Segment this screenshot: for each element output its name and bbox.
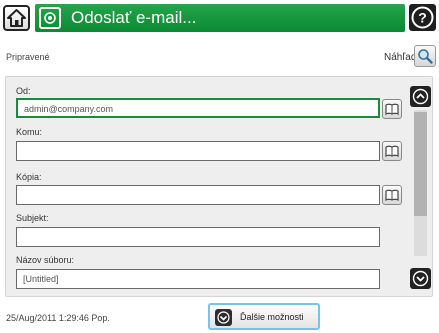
from-field[interactable]: admin@company.com (16, 98, 380, 118)
magnifier-icon (418, 49, 433, 64)
address-book-button-from[interactable] (382, 99, 402, 119)
home-icon (7, 9, 26, 27)
help-button[interactable]: ? (409, 4, 436, 31)
scroll-up-button[interactable] (410, 86, 431, 107)
more-options-button[interactable]: Ďalšie možnosti (208, 303, 320, 330)
cc-label: Kópia: (16, 172, 42, 182)
email-icon (39, 7, 61, 29)
address-book-icon (385, 145, 399, 157)
preview-button[interactable] (414, 45, 436, 67)
preview-label[interactable]: Náhľad (384, 52, 416, 63)
status-text: Pripravené (6, 52, 50, 62)
to-field[interactable] (16, 141, 380, 161)
more-options-icon (215, 309, 232, 326)
header: Odoslať e-mail... ? (0, 0, 439, 36)
from-label: Od: (16, 86, 31, 96)
page-title: Odoslať e-mail... (71, 8, 197, 27)
scrollbar-thumb[interactable] (414, 112, 427, 216)
address-book-icon (385, 189, 399, 201)
chevron-down-icon (412, 270, 429, 287)
home-button[interactable] (3, 5, 30, 31)
file-name-value: [Untitled] (23, 274, 59, 284)
status-row: Pripravené Náhľad (0, 45, 439, 70)
subject-field[interactable] (16, 227, 380, 247)
address-book-button-cc[interactable] (382, 185, 402, 205)
file-name-label: Názov súboru: (16, 255, 75, 265)
from-value: admin@company.com (24, 104, 114, 114)
svg-text:?: ? (418, 10, 427, 26)
footer: 25/Aug/2011 1:29:46 Pop. Ďalšie možnosti (0, 303, 439, 333)
title-bar: Odoslať e-mail... (35, 4, 405, 32)
file-name-field[interactable]: [Untitled] (16, 269, 380, 289)
cc-field[interactable] (16, 185, 380, 205)
help-icon: ? (411, 6, 434, 29)
datetime: 25/Aug/2011 1:29:46 Pop. (6, 313, 110, 323)
address-book-icon (385, 103, 399, 115)
scrollbar-track[interactable] (414, 110, 427, 256)
to-label: Komu: (16, 127, 43, 137)
address-book-button-to[interactable] (382, 141, 402, 161)
email-form: Od: admin@company.com Komu: Kópia: Subje… (5, 76, 433, 297)
scroll-down-button[interactable] (410, 268, 431, 289)
more-options-label: Ďalšie možnosti (240, 312, 304, 322)
chevron-up-icon (412, 88, 429, 105)
subject-label: Subjekt: (16, 213, 49, 223)
